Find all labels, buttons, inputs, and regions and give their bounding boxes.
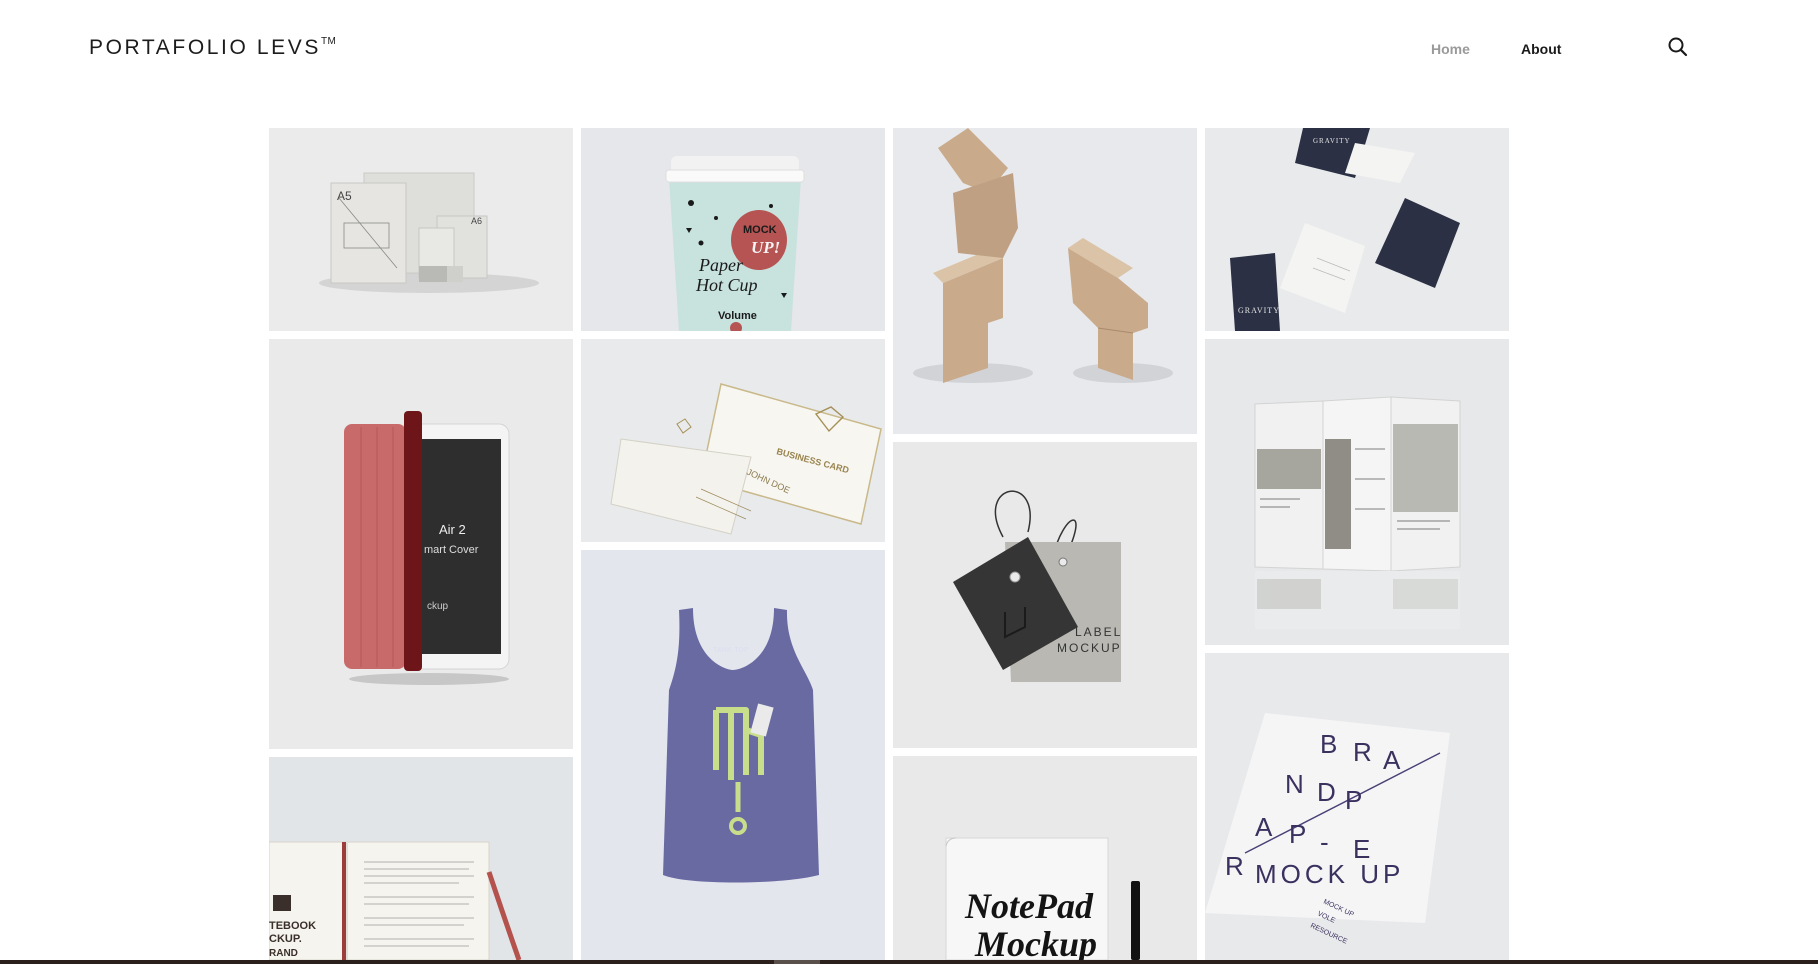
svg-text:TEBOOK: TEBOOK [269, 920, 316, 932]
ipad-image: Air 2 mart Cover ckup [269, 339, 573, 749]
svg-text:Volume: Volume [718, 310, 757, 322]
search-icon [1668, 37, 1688, 57]
tank-top-image: TANK-TOP [581, 550, 885, 960]
search-button[interactable] [1667, 36, 1689, 58]
svg-text:B: B [1320, 729, 1341, 759]
svg-text:Air 2: Air 2 [439, 522, 466, 537]
app-screens-image [1205, 339, 1509, 645]
notepad-image: NotePad Mockup [893, 756, 1197, 960]
wooden-blocks-image [893, 128, 1197, 434]
portfolio-tile-label-tag[interactable]: LABEL MOCKUP [893, 442, 1197, 748]
svg-text:MOCK UP: MOCK UP [1255, 859, 1404, 889]
logo-text: PORTAFOLIO LEVS [89, 36, 321, 59]
svg-text:Hot Cup: Hot Cup [695, 275, 758, 295]
svg-text:RAND: RAND [269, 948, 298, 959]
portfolio-tile-paper-cup[interactable]: MOCK UP! Paper Hot Cup Volume [581, 128, 885, 331]
svg-text:A: A [1383, 745, 1404, 775]
portfolio-tile-business-card-gold[interactable]: BUSINESS CARD JOHN DOE [581, 339, 885, 542]
svg-text:MOCK: MOCK [743, 224, 777, 236]
nav-about-link[interactable]: About [1521, 41, 1561, 57]
bottom-scroll-indicator[interactable] [774, 960, 820, 964]
business-card-gold-image: BUSINESS CARD JOHN DOE [581, 339, 885, 542]
svg-text:Paper: Paper [698, 255, 744, 275]
portfolio-tile-notepad[interactable]: NotePad Mockup [893, 756, 1197, 960]
svg-text:GRAVITY: GRAVITY [1313, 137, 1351, 145]
svg-text:-: - [1320, 827, 1333, 857]
svg-text:R: R [1225, 851, 1248, 881]
brand-paper-image: B R A N D P A P - E R MOCK UP MOCK UP VO… [1205, 653, 1509, 960]
svg-text:LABEL: LABEL [1075, 625, 1122, 639]
svg-text:NotePad: NotePad [964, 886, 1094, 926]
svg-text:TANK-TOP: TANK-TOP [713, 647, 749, 654]
svg-text:A5: A5 [337, 189, 352, 203]
business-card-gravity-image: GRAVITY GRAVITY [1205, 128, 1509, 331]
svg-text:A: A [1255, 812, 1276, 842]
svg-text:A6: A6 [471, 216, 482, 226]
nav-home-link[interactable]: Home [1431, 41, 1470, 57]
portfolio-tile-notebook[interactable]: TEBOOK CKUP. RAND [269, 757, 573, 960]
svg-text:MOCKUP: MOCKUP [1057, 641, 1122, 655]
label-tag-image: LABEL MOCKUP [893, 442, 1197, 748]
portfolio-tile-tank-top[interactable]: TANK-TOP [581, 550, 885, 960]
svg-text:UP!: UP! [751, 238, 780, 257]
portfolio-tile-stationery[interactable]: A5 A6 [269, 128, 573, 331]
logo-trademark: TM [320, 36, 337, 47]
portfolio-tile-ipad[interactable]: Air 2 mart Cover ckup [269, 339, 573, 749]
portfolio-tile-brand-paper[interactable]: B R A N D P A P - E R MOCK UP MOCK UP VO… [1205, 653, 1509, 960]
svg-text:ckup: ckup [427, 601, 449, 612]
svg-text:N: N [1285, 769, 1308, 799]
svg-text:CKUP.: CKUP. [269, 933, 302, 945]
site-header: PORTAFOLIO LEVSTM Home About [0, 0, 1818, 110]
svg-text:P: P [1345, 785, 1366, 815]
portfolio-tile-app-screens[interactable] [1205, 339, 1509, 645]
svg-text:mart Cover: mart Cover [424, 544, 479, 556]
site-logo[interactable]: PORTAFOLIO LEVSTM [89, 36, 336, 60]
svg-text:Mockup: Mockup [974, 924, 1097, 960]
svg-text:GRAVITY: GRAVITY [1238, 306, 1280, 315]
notebook-image: TEBOOK CKUP. RAND [269, 757, 573, 960]
bottom-edge-bar [0, 960, 1818, 964]
portfolio-tile-business-card-gravity[interactable]: GRAVITY GRAVITY [1205, 128, 1509, 331]
stationery-image: A5 A6 [269, 128, 573, 331]
svg-text:R: R [1353, 737, 1376, 767]
svg-text:D: D [1317, 777, 1340, 807]
paper-cup-image: MOCK UP! Paper Hot Cup Volume [581, 128, 885, 331]
svg-text:P: P [1289, 819, 1310, 849]
portfolio-tile-wooden-blocks[interactable] [893, 128, 1197, 434]
